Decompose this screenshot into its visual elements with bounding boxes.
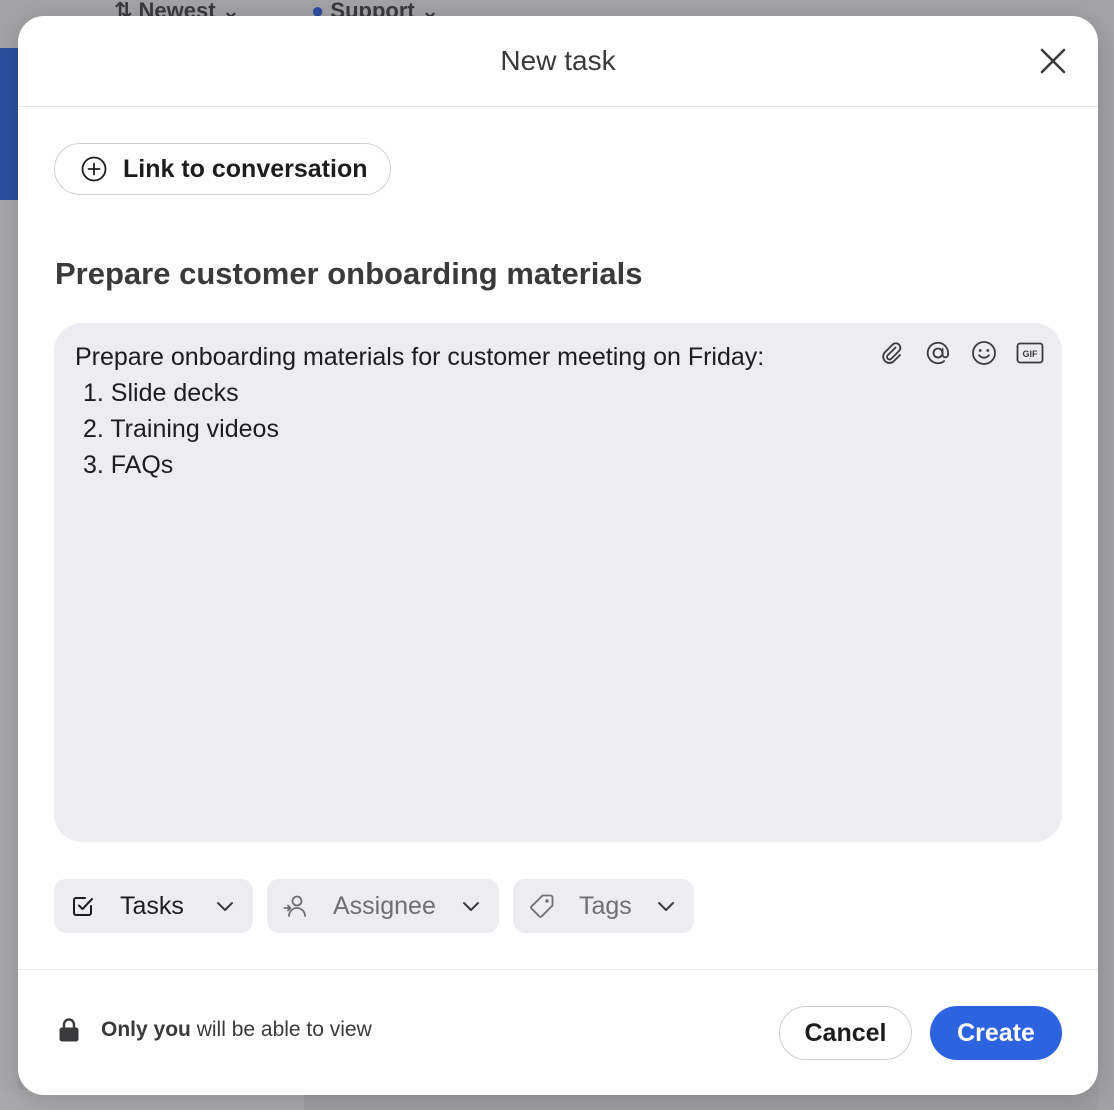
paperclip-icon[interactable] xyxy=(878,339,906,367)
editor-content[interactable]: Prepare onboarding materials for custome… xyxy=(75,339,764,483)
background-selected-item xyxy=(0,48,18,200)
link-to-conversation-button[interactable]: Link to conversation xyxy=(54,143,391,195)
chevron-down-icon xyxy=(658,902,674,911)
at-mention-icon[interactable] xyxy=(924,339,952,367)
gif-label: GIF xyxy=(1023,349,1039,359)
modal-header: New task xyxy=(18,16,1098,107)
task-title-input[interactable]: Prepare customer onboarding materials xyxy=(55,256,642,292)
tasks-label: Tasks xyxy=(120,891,184,920)
lock-icon xyxy=(59,1018,79,1042)
assignee-icon xyxy=(283,895,306,917)
footer-divider xyxy=(18,969,1098,970)
link-button-label: Link to conversation xyxy=(123,154,368,183)
gif-icon[interactable]: GIF xyxy=(1016,339,1044,367)
tags-dropdown[interactable]: Tags xyxy=(513,879,694,933)
background-list xyxy=(0,200,18,1110)
plus-circle-icon xyxy=(81,156,107,182)
editor-intro: Prepare onboarding materials for custome… xyxy=(75,343,765,371)
tag-icon xyxy=(530,894,554,918)
privacy-bold: Only you xyxy=(101,1018,191,1041)
list-item: 2. Training videos xyxy=(83,415,279,443)
list-item: 3. FAQs xyxy=(83,451,174,479)
tags-label: Tags xyxy=(579,891,632,920)
close-icon xyxy=(1040,48,1066,74)
editor-toolbar: GIF xyxy=(878,339,1044,367)
task-description-editor[interactable]: Prepare onboarding materials for custome… xyxy=(54,323,1062,842)
background-right-panel xyxy=(1098,48,1114,1110)
privacy-rest: will be able to view xyxy=(190,1018,372,1041)
chevron-down-icon xyxy=(463,902,479,911)
modal-title: New task xyxy=(500,45,616,76)
emoji-icon[interactable] xyxy=(970,339,998,367)
close-button[interactable] xyxy=(1036,44,1070,78)
checkbox-icon xyxy=(73,897,93,916)
list-item: 1. Slide decks xyxy=(83,379,239,407)
create-button[interactable]: Create xyxy=(930,1006,1062,1060)
assignee-dropdown[interactable]: Assignee xyxy=(267,879,499,933)
assignee-label: Assignee xyxy=(333,891,436,920)
privacy-notice: Only you will be able to view xyxy=(58,1017,372,1043)
new-task-modal: New task Link to conversation Prepare cu… xyxy=(18,16,1098,1095)
privacy-text: Only you will be able to view xyxy=(101,1018,372,1042)
cancel-button[interactable]: Cancel xyxy=(779,1006,912,1060)
chevron-down-icon xyxy=(217,902,233,911)
tasks-dropdown[interactable]: Tasks xyxy=(54,879,253,933)
